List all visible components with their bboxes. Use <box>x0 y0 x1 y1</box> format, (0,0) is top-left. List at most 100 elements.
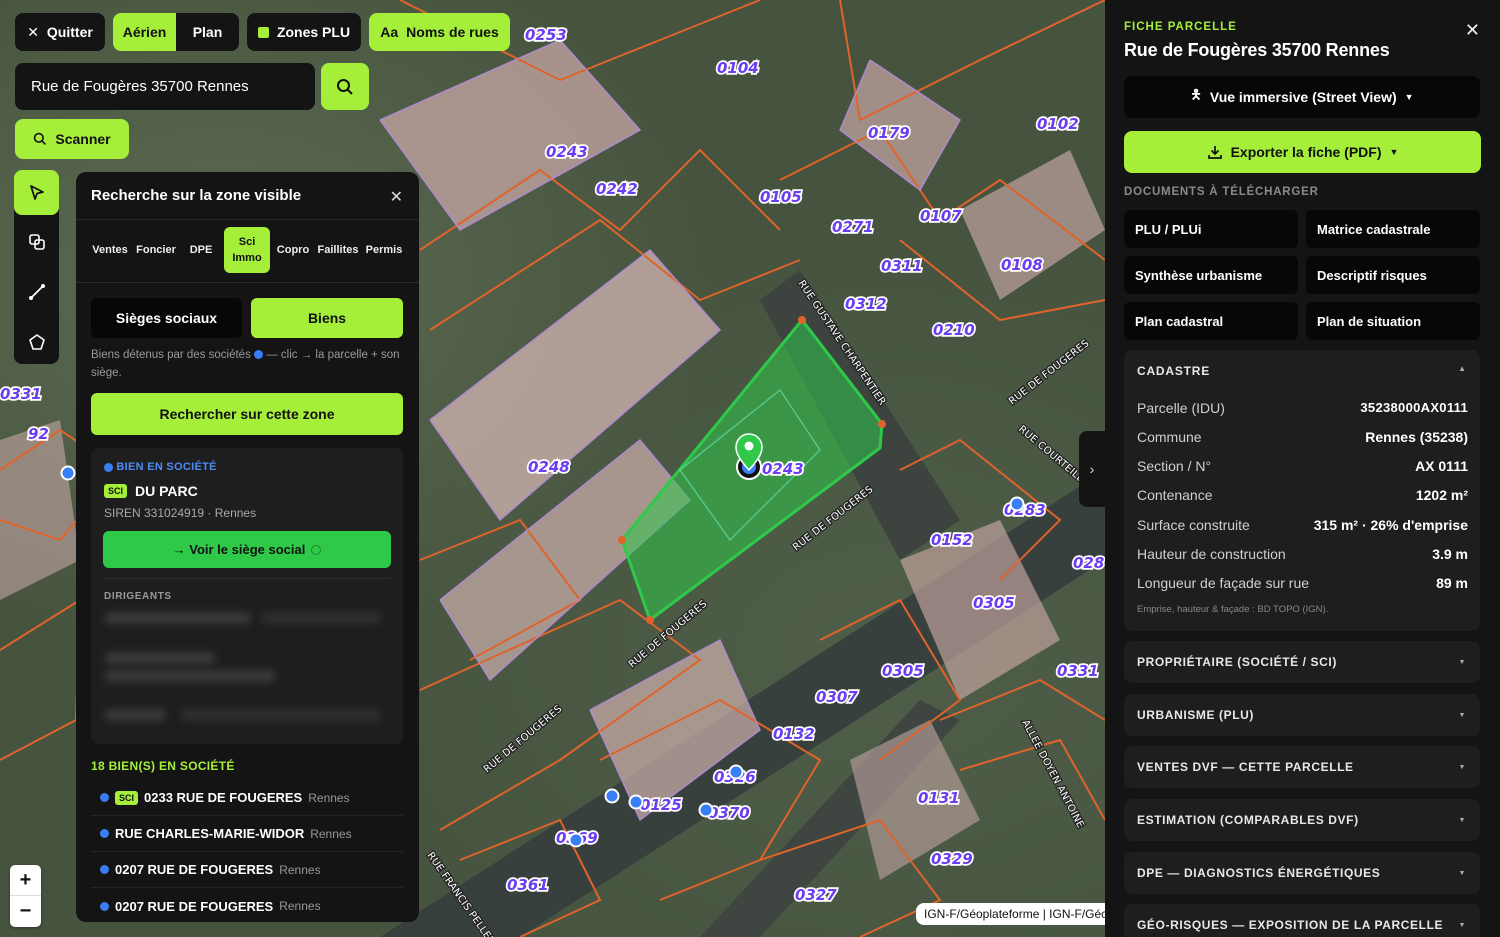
tab-dpe[interactable]: DPE <box>182 227 220 273</box>
tab-sci-immo[interactable]: Sci Immo <box>224 227 270 273</box>
view-aerial-button[interactable]: Aérien <box>113 13 176 51</box>
zoom-control: + − <box>10 865 41 927</box>
section-urbanisme[interactable]: URBANISME (PLU) ▼ <box>1124 694 1480 736</box>
text-icon: Aa <box>380 24 399 40</box>
cadastre-title[interactable]: CADASTRE <box>1137 364 1210 378</box>
company-siren: SIREN 331024919 · Rennes <box>104 506 257 520</box>
zoom-in-button[interactable]: + <box>10 865 41 896</box>
section-dpe[interactable]: DPE — DIAGNOSTICS ÉNERGÉTIQUES ▼ <box>1124 852 1480 894</box>
mode-biens-button[interactable]: Biens <box>251 298 403 338</box>
company-property-marker[interactable] <box>1009 496 1025 512</box>
tab-faillites[interactable]: Faillites <box>316 227 360 273</box>
search-zone-button[interactable]: Rechercher sur cette zone <box>91 393 403 435</box>
section-title: GÉO-RISQUES — EXPOSITION DE LA PARCELLE <box>1137 918 1444 932</box>
cadastre-row: Parcelle (IDU) 35238000AX0111 <box>1137 400 1468 416</box>
collapse-panel-button[interactable]: › <box>1079 431 1105 507</box>
tab-ventes[interactable]: Ventes <box>90 227 130 273</box>
property-address: 0207 RUE DE FOUGERES <box>115 898 274 914</box>
section-ventes-dvf[interactable]: VENTES DVF — CETTE PARCELLE ▼ <box>1124 746 1480 788</box>
property-item[interactable]: 0207 RUE DE FOUGERES Rennes <box>91 888 403 922</box>
quit-button[interactable]: ✕ Quitter <box>15 13 105 51</box>
company-tag-label: BIEN EN SOCIÉTÉ <box>116 461 217 473</box>
chevron-down-icon: ▼ <box>1458 658 1466 666</box>
search-button[interactable] <box>321 63 369 110</box>
parcel-number-label: 0179 <box>868 124 910 142</box>
doc-plu-button[interactable]: PLU / PLUi <box>1124 210 1298 248</box>
view-plan-button[interactable]: Plan <box>176 13 239 51</box>
close-icon[interactable]: ✕ <box>390 187 403 207</box>
parcel-number-label: 0243 <box>546 143 588 161</box>
map-toolbar <box>14 170 59 364</box>
cadastre-row: Section / N° AX 0111 <box>1137 458 1468 474</box>
chevron-up-icon[interactable]: ▲ <box>1458 364 1466 373</box>
building-roof <box>960 150 1105 300</box>
section-title: PROPRIÉTAIRE (SOCIÉTÉ / SCI) <box>1137 655 1337 669</box>
parcel-number-label: 0210 <box>933 321 975 339</box>
company-name: SCI DU PARC <box>104 483 198 499</box>
row-key: Parcelle (IDU) <box>1137 400 1225 416</box>
export-pdf-button[interactable]: Exporter la fiche (PDF) ▼ <box>1124 131 1481 173</box>
download-icon <box>1207 146 1222 159</box>
property-item[interactable]: 0207 RUE DE FOUGERES Rennes <box>91 852 403 888</box>
scanner-button[interactable]: Scanner <box>15 119 129 159</box>
chevron-down-icon: ▼ <box>1389 147 1399 157</box>
property-item[interactable]: RUE CHARLES-MARIE-WIDOR Rennes <box>91 816 403 852</box>
section-owner[interactable]: PROPRIÉTAIRE (SOCIÉTÉ / SCI) ▼ <box>1124 641 1480 683</box>
company-property-marker[interactable] <box>628 794 644 810</box>
company-property-marker[interactable] <box>728 764 744 780</box>
row-value: 3.9 m <box>1432 546 1468 562</box>
zoom-out-button[interactable]: − <box>10 896 41 927</box>
zones-plu-label: Zones PLU <box>276 24 351 40</box>
measure-tool-button[interactable] <box>14 269 59 314</box>
company-property-marker[interactable] <box>604 788 620 804</box>
mode-sieges-button[interactable]: Sièges sociaux <box>91 298 242 338</box>
search-icon <box>337 78 353 95</box>
company-property-marker[interactable] <box>698 802 714 818</box>
tab-foncier[interactable]: Foncier <box>134 227 178 273</box>
zones-plu-toggle[interactable]: Zones PLU <box>247 13 361 51</box>
parcel-number-label: 0243 <box>762 460 804 478</box>
panel-kicker: FICHE PARCELLE <box>1124 21 1237 33</box>
blue-dot-icon <box>100 829 109 838</box>
property-item[interactable]: SCI 0233 RUE DE FOUGERES Rennes <box>91 780 403 816</box>
view-headquarters-button[interactable]: → Voir le siège social <box>103 531 391 568</box>
blue-dot-icon <box>104 462 113 472</box>
building-roof <box>0 420 80 600</box>
property-city: Rennes <box>279 899 321 913</box>
map-pin-icon[interactable] <box>735 433 763 480</box>
street-view-button[interactable]: 🯅 Vue immersive (Street View) ▼ <box>1124 76 1480 118</box>
parcel-sheet-panel: FICHE PARCELLE Rue de Fougères 35700 Ren… <box>1105 0 1500 937</box>
section-estimation[interactable]: ESTIMATION (COMPARABLES DVF) ▼ <box>1124 799 1480 841</box>
doc-plan-situation-button[interactable]: Plan de situation <box>1306 302 1480 340</box>
parcel-number-label: 0327 <box>795 886 837 904</box>
cursor-icon <box>29 184 44 200</box>
doc-risques-button[interactable]: Descriptif risques <box>1306 256 1480 294</box>
doc-plan-cadastral-button[interactable]: Plan cadastral <box>1124 302 1298 340</box>
street-name-label: ALLEE DOYEN ANTOINE <box>1019 718 1085 830</box>
select-tool-button[interactable] <box>14 170 59 215</box>
blue-dot-icon <box>100 901 109 911</box>
checkbox-icon <box>257 26 269 38</box>
panel-title: Recherche sur la zone visible <box>91 187 302 204</box>
section-georisques[interactable]: GÉO-RISQUES — EXPOSITION DE LA PARCELLE ▼ <box>1124 904 1480 937</box>
row-value: 315 m² · 26% d'emprise <box>1313 517 1468 533</box>
tab-copro[interactable]: Copro <box>274 227 312 273</box>
tab-permis[interactable]: Permis <box>364 227 404 273</box>
blue-dot-icon <box>100 865 109 874</box>
parcel-number-label: 0125 <box>640 796 682 814</box>
property-city: Rennes <box>310 826 352 841</box>
doc-synthese-button[interactable]: Synthèse urbanisme <box>1124 256 1298 294</box>
address-search-input[interactable]: Rue de Fougères 35700 Rennes <box>15 63 315 110</box>
company-property-marker[interactable] <box>60 465 76 481</box>
street-names-toggle[interactable]: Aa Noms de rues <box>369 13 510 51</box>
doc-matrice-button[interactable]: Matrice cadastrale <box>1306 210 1480 248</box>
close-icon[interactable]: ✕ <box>1465 20 1480 41</box>
polygon-tool-button[interactable] <box>14 319 59 364</box>
cadastre-row: Surface construite 315 m² · 26% d'emprise <box>1137 517 1468 533</box>
redacted-director <box>181 709 381 721</box>
cadastre-section: CADASTRE ▲ Parcelle (IDU) 35238000AX0111 … <box>1124 350 1480 631</box>
row-value: 1202 m² <box>1415 487 1468 503</box>
row-value: 35238000AX0111 <box>1360 400 1468 415</box>
company-property-marker[interactable] <box>568 832 584 848</box>
layers-tool-button[interactable] <box>14 219 59 264</box>
